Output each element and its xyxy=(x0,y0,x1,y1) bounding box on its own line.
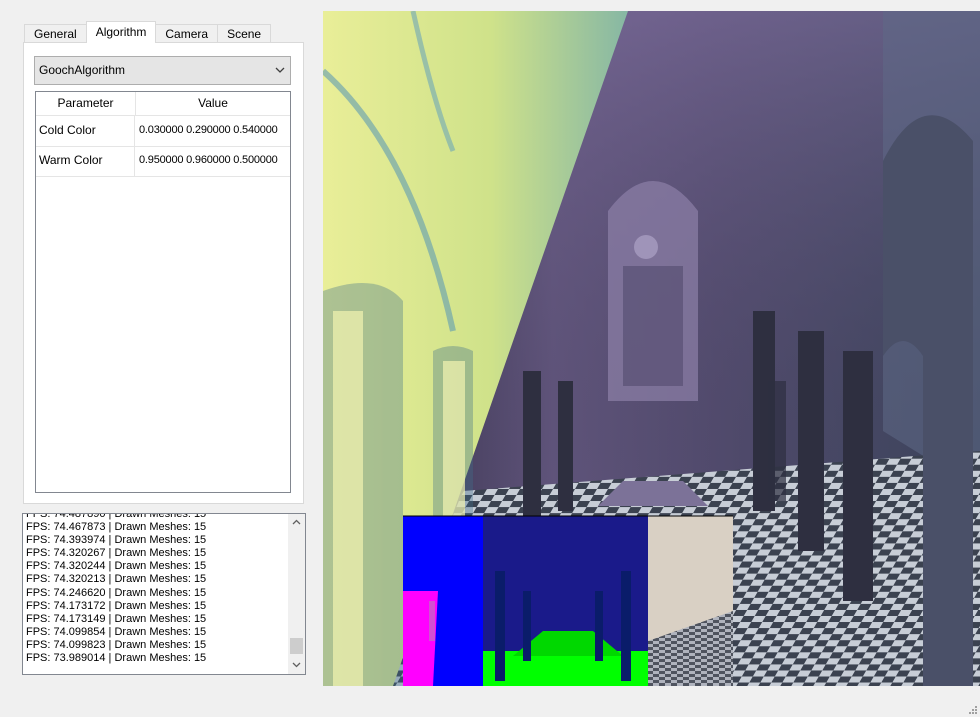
render-image xyxy=(323,11,980,686)
log-lines: FPS: 74.487890 | Drawn Meshes: 15 FPS: 7… xyxy=(26,513,288,665)
value-cell[interactable]: 0.030000 0.290000 0.540000 xyxy=(136,116,291,146)
value-cell[interactable]: 0.950000 0.960000 0.500000 xyxy=(136,146,291,176)
parameter-cell: Cold Color xyxy=(36,116,135,146)
column-header-value[interactable]: Value xyxy=(136,92,290,115)
tab-algorithm[interactable]: Algorithm xyxy=(85,21,157,43)
log-line: FPS: 74.320213 | Drawn Meshes: 15 xyxy=(26,573,207,586)
chevron-up-icon xyxy=(292,519,301,525)
log-output[interactable]: FPS: 74.487890 | Drawn Meshes: 15 FPS: 7… xyxy=(22,513,306,675)
log-line: FPS: 74.320244 | Drawn Meshes: 15 xyxy=(26,560,207,573)
table-row[interactable]: Warm Color 0.950000 0.960000 0.500000 xyxy=(36,146,290,177)
tab-bar: General Algorithm Camera Scene xyxy=(24,21,272,43)
algorithm-select-value: GoochAlgorithm xyxy=(39,63,126,77)
log-line: FPS: 74.099823 | Drawn Meshes: 15 xyxy=(26,638,207,651)
log-line: FPS: 74.320267 | Drawn Meshes: 15 xyxy=(26,547,207,560)
column-header-parameter[interactable]: Parameter xyxy=(36,92,136,115)
chevron-down-icon xyxy=(275,67,285,73)
log-scrollbar[interactable] xyxy=(288,514,305,674)
render-viewport[interactable] xyxy=(323,11,980,686)
parameter-cell: Warm Color xyxy=(36,146,135,176)
log-line: FPS: 74.099854 | Drawn Meshes: 15 xyxy=(26,625,207,638)
tab-general[interactable]: General xyxy=(24,24,87,43)
table-header: Parameter Value xyxy=(36,92,290,116)
algorithm-select[interactable]: GoochAlgorithm xyxy=(34,56,291,85)
tab-scene[interactable]: Scene xyxy=(217,24,272,43)
tab-camera[interactable]: Camera xyxy=(155,24,219,43)
log-line: FPS: 74.246620 | Drawn Meshes: 15 xyxy=(26,586,207,599)
log-line: FPS: 74.393974 | Drawn Meshes: 15 xyxy=(26,534,207,547)
parameter-table: Parameter Value Cold Color 0.030000 0.29… xyxy=(35,91,291,493)
table-row[interactable]: Cold Color 0.030000 0.290000 0.540000 xyxy=(36,116,290,147)
scroll-up-button[interactable] xyxy=(288,514,305,531)
chevron-down-icon xyxy=(292,662,301,668)
log-line: FPS: 74.173172 | Drawn Meshes: 15 xyxy=(26,599,207,612)
log-line: FPS: 74.487890 | Drawn Meshes: 15 xyxy=(26,513,207,520)
algorithm-panel: GoochAlgorithm Parameter Value Cold Colo… xyxy=(23,42,304,504)
scroll-thumb[interactable] xyxy=(290,638,303,654)
log-line: FPS: 74.467873 | Drawn Meshes: 15 xyxy=(26,521,207,534)
scroll-down-button[interactable] xyxy=(288,657,305,674)
log-line: FPS: 74.173149 | Drawn Meshes: 15 xyxy=(26,612,207,625)
resize-grip-icon[interactable] xyxy=(967,704,977,714)
log-line: FPS: 73.989014 | Drawn Meshes: 15 xyxy=(26,652,207,665)
